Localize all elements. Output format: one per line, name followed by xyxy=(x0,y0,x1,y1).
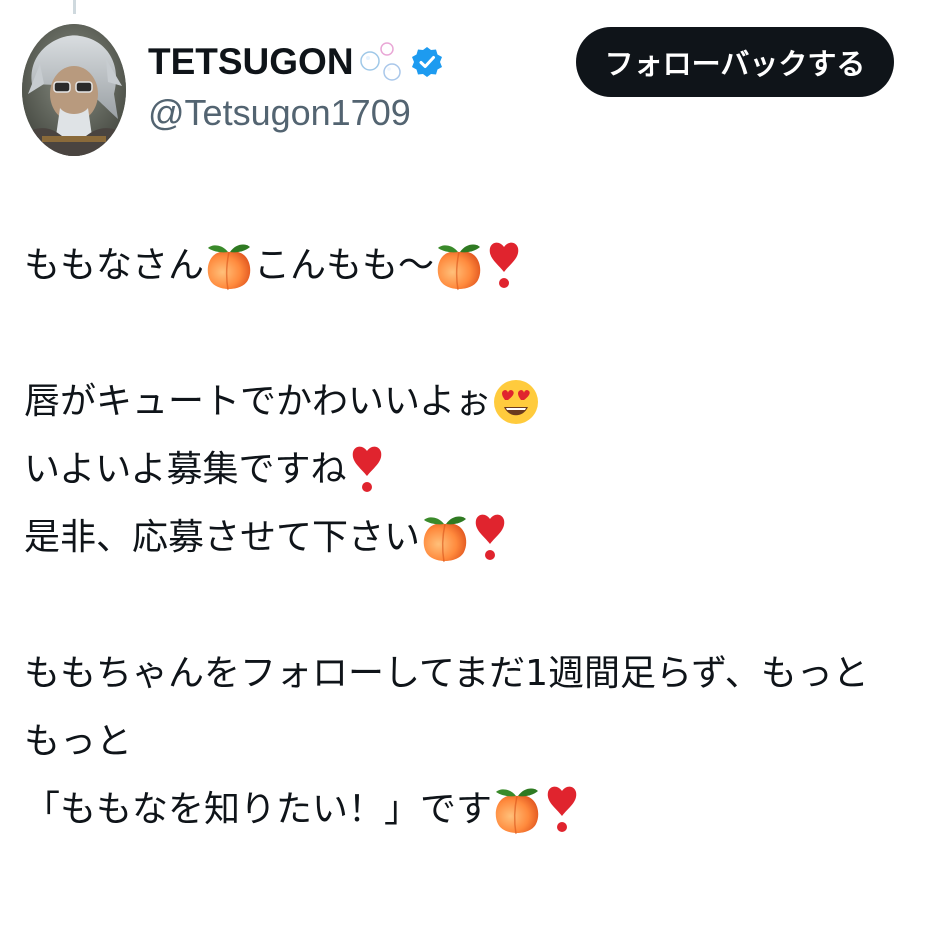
peach-emoji xyxy=(495,788,539,835)
tweet-line-4: 是非、応募させて下さい xyxy=(24,504,924,572)
peach-emoji xyxy=(437,244,481,291)
tweet-line-5: ももちゃんをフォローしてまだ1週間足らず、もっと xyxy=(24,640,924,708)
display-name[interactable]: TETSUGON xyxy=(148,41,354,83)
red-exclamation-emoji xyxy=(547,786,577,832)
tweet-text-segment: 唇がキュートでかわいいよぉ xyxy=(24,381,492,422)
tweet-detail: TETSUGON @Tetsugon1709 フォローバックする ももなさん こ… xyxy=(0,0,935,935)
tweet-line-1: ももなさん こんもも〜 xyxy=(24,232,924,300)
tweet-text-segment: ももちゃんをフォローしてまだ1週間足らず、もっと xyxy=(24,653,869,694)
tweet-text-segment: もっと xyxy=(24,721,133,762)
tweet-text-segment: ももなさん xyxy=(24,245,205,286)
tweet-text-segment: こんもも〜 xyxy=(254,245,435,286)
tweet-line-2: 唇がキュートでかわいいよぉ xyxy=(24,368,924,436)
follow-back-button[interactable]: フォローバックする xyxy=(576,27,894,97)
author-info: TETSUGON @Tetsugon1709 xyxy=(148,34,568,134)
tweet-text-segment: 是非、応募させて下さい xyxy=(24,517,421,558)
tweet-text: ももなさん こんもも〜 唇がキュートでかわいいよぉ いよいよ募集ですね 是非、応… xyxy=(24,232,924,844)
peach-emoji xyxy=(423,516,467,563)
verified-badge-icon[interactable] xyxy=(410,45,444,79)
tweet-line-3: いよいよ募集ですね xyxy=(24,436,924,504)
peach-emoji xyxy=(207,244,251,291)
display-name-row[interactable]: TETSUGON xyxy=(148,34,568,90)
tweet-line-7: 「ももなを知りたい！」です xyxy=(24,776,924,844)
red-exclamation-emoji xyxy=(475,514,505,560)
red-exclamation-emoji xyxy=(352,446,381,492)
avatar-image xyxy=(22,24,126,156)
tweet-text-segment: 「ももなを知りたい！」です xyxy=(24,789,493,830)
user-handle[interactable]: @Tetsugon1709 xyxy=(148,92,568,134)
red-exclamation-emoji xyxy=(489,242,519,288)
avatar[interactable] xyxy=(22,24,126,156)
tweet-text-segment: いよいよ募集ですね xyxy=(24,449,347,490)
bubbles-icon xyxy=(359,42,401,81)
thread-connector-line xyxy=(73,0,76,14)
tweet-line-6: もっと xyxy=(24,708,924,776)
heart-eyes-emoji xyxy=(494,380,539,424)
